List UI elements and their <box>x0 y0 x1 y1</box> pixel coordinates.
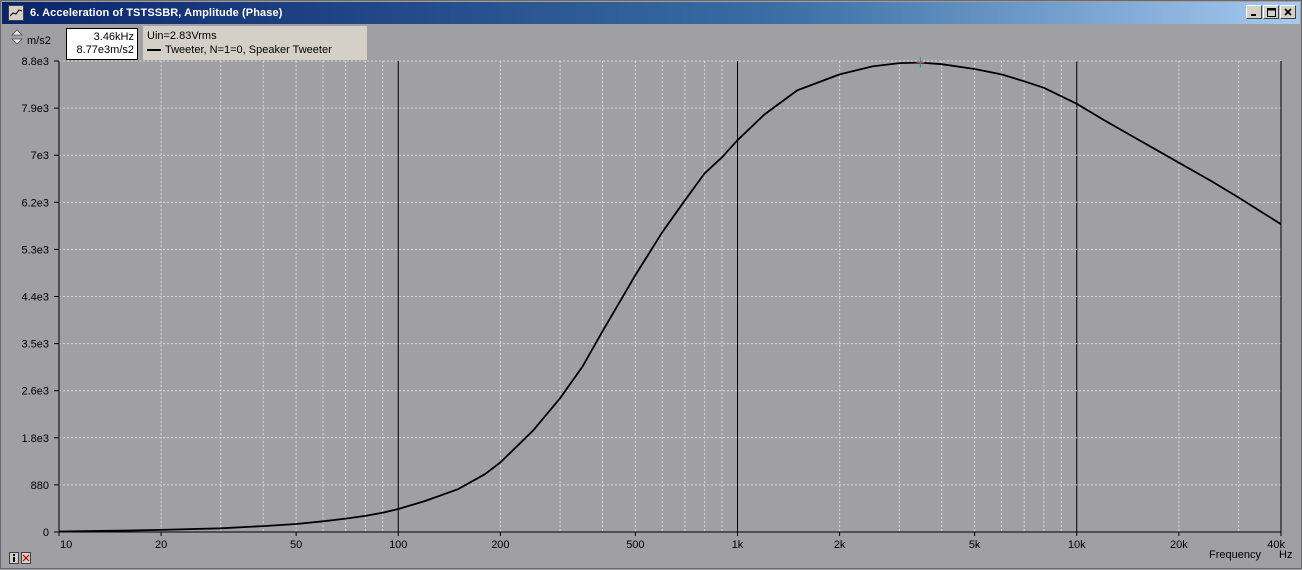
y-tick-label: 8.8e3 <box>21 56 49 68</box>
y-tick-label: 7e3 <box>31 150 49 162</box>
info-icon[interactable] <box>9 552 19 564</box>
y-tick-label: 7.9e3 <box>21 103 49 115</box>
x-tick-label: 5k <box>969 539 981 551</box>
x-tick-label: 10k <box>1068 539 1086 551</box>
y-tick-label: 1.8e3 <box>21 433 49 445</box>
x-tick-label: 500 <box>626 539 644 551</box>
cursor-tool-icon[interactable] <box>21 552 31 564</box>
y-tick-label: 880 <box>31 480 49 492</box>
x-tick-label: 1k <box>732 539 744 551</box>
plot-chart[interactable]: 0 880 1.8e3 2.6e3 3.5e3 4.4e3 5.3e3 6.2e3 7e3 7.9… <box>1 1 1302 570</box>
x-tick-label: 20k <box>1170 539 1188 551</box>
y-tick-label: 4.4e3 <box>21 292 49 304</box>
y-tick-label: 5.3e3 <box>21 244 49 256</box>
x-axis-caption: Frequency <box>1209 549 1261 561</box>
y-tick-label: 6.2e3 <box>21 197 49 209</box>
x-axis-unit: Hz <box>1279 549 1293 561</box>
y-tick-label: 3.5e3 <box>21 339 49 351</box>
x-tick-label: 200 <box>491 539 509 551</box>
y-tick-label: 0 <box>43 527 49 539</box>
x-tick-label: 10 <box>60 539 72 551</box>
y-tick-label: 2.6e3 <box>21 386 49 398</box>
x-tick-label: 20 <box>155 539 167 551</box>
x-tick-label: 50 <box>290 539 302 551</box>
x-tick-label: 2k <box>834 539 846 551</box>
x-tick-label: 100 <box>389 539 407 551</box>
plot-window: 6. Acceleration of TSTSSBR, Amplitude (P… <box>0 0 1302 569</box>
series-line-tweeter <box>58 61 1282 533</box>
